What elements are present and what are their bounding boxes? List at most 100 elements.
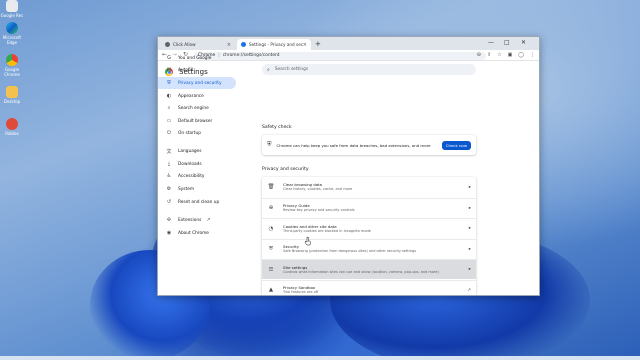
arrow-right-icon: ▸ xyxy=(468,205,471,211)
row-icon: ⊕ xyxy=(268,205,274,211)
row-subtitle: Third-party cookies are blocked in Incog… xyxy=(283,228,371,233)
sidebar-item-label: About Chrome xyxy=(178,230,209,236)
desktop-icon-edge[interactable]: Microsoft Edge xyxy=(0,22,24,45)
sidebar-item-about-chrome[interactable]: ◉ About Chrome xyxy=(158,227,236,239)
row-subtitle: Safe Browsing (protection from dangerous… xyxy=(283,249,417,253)
sidebar-item-privacy-and-security[interactable]: ⛨ Privacy and security xyxy=(158,77,236,89)
check-now-button[interactable]: Check now xyxy=(441,140,471,150)
settings-sidebar: Settings G You and Google ▤ Autofill ⛨ Privac… xyxy=(158,55,236,295)
close-tab-icon[interactable]: × xyxy=(227,42,231,48)
tab-click-allow[interactable]: Click Allow × xyxy=(161,39,235,50)
app-icon xyxy=(6,0,18,12)
zoom-icon[interactable]: ⊖ xyxy=(477,52,481,58)
settings-favicon-icon xyxy=(241,42,246,47)
omnibox[interactable]: Chrome | chrome://settings/content xyxy=(194,51,486,60)
profile-icon[interactable]: ◯ xyxy=(518,52,524,58)
sidebar-icon: ⤓ xyxy=(167,161,171,167)
tab-strip: Click Allow × Settings - Privacy and sec… xyxy=(158,37,539,50)
privacy-row-privacy-guide[interactable]: ⊕ Privacy Guide Review key privacy and sec… xyxy=(262,197,476,218)
sidebar-item-you-and-google[interactable]: G You and Google xyxy=(158,52,236,64)
row-icon: 🗑 xyxy=(267,184,275,190)
close-tab-icon[interactable]: × xyxy=(303,42,307,48)
sidebar-item-extensions[interactable]: ✣ Extensions ↗ xyxy=(158,214,236,226)
sidebar-item-accessibility[interactable]: ♿ Accessibility xyxy=(158,170,236,182)
sidebar-item-label: Languages xyxy=(178,148,202,154)
sidebar-item-label: Search engine xyxy=(178,105,209,111)
tab-settings[interactable]: Settings - Privacy and security × xyxy=(237,39,311,50)
sidebar-icon: ♿ xyxy=(166,173,172,179)
sidebar-icon: ◉ xyxy=(166,230,172,236)
privacy-row-security[interactable]: ⛨ Security Safe Browsing (protection from … xyxy=(262,238,476,259)
safety-check-heading: Safety check xyxy=(262,125,292,130)
sidebar-item-label: Autofill xyxy=(178,67,194,73)
privacy-row-cookies-and-other-site-data[interactable]: ◔ Cookies and other site data Third-party … xyxy=(262,218,476,238)
new-tab-button[interactable]: + xyxy=(315,40,321,48)
sidebar-item-label: Downloads xyxy=(178,161,202,167)
sidebar-item-label: System xyxy=(178,186,195,192)
tab-title: Click Allow xyxy=(173,42,196,47)
row-icon: ⛨ xyxy=(268,245,274,252)
desktop-icon-label: Desktop xyxy=(3,99,21,104)
folder-icon xyxy=(6,86,18,98)
roblox-icon xyxy=(6,118,18,130)
privacy-row-site-settings[interactable]: ☰ Site settings Controls what information … xyxy=(262,259,476,279)
sidebar-icon: ✣ xyxy=(166,217,172,223)
sidebar-item-autofill[interactable]: ▤ Autofill xyxy=(158,64,236,76)
arrow-right-icon: ▸ xyxy=(468,226,471,231)
sidebar-icon: 文 xyxy=(166,148,172,155)
sidebar-item-downloads[interactable]: ⤓ Downloads xyxy=(158,158,236,170)
sidebar-item-reset-and-clean-up[interactable]: ↺ Reset and clean up xyxy=(158,196,236,208)
maximize-button[interactable]: □ xyxy=(504,39,510,46)
sidebar-item-on-startup[interactable]: ⏻ On startup xyxy=(158,127,236,139)
sidebar-icon: ↺ xyxy=(166,199,172,205)
desktop-icon-chrome[interactable]: Google Chrome xyxy=(0,54,24,77)
desktop-icon-desktop[interactable]: Desktop xyxy=(0,86,24,104)
desktop-icon-label: Microsoft Edge xyxy=(2,35,22,45)
sidebar-icon: ◐ xyxy=(166,93,172,99)
mouse-cursor xyxy=(304,236,311,246)
sidebar-item-system[interactable]: ⚙ System xyxy=(158,183,236,195)
sidebar-item-search-engine[interactable]: ⌕ Search engine xyxy=(158,102,236,114)
tab-title: Settings - Privacy and security xyxy=(249,42,303,47)
arrow-right-icon: ▸ xyxy=(468,246,471,252)
extensions-icon[interactable]: ▣ xyxy=(508,52,513,58)
row-text: Privacy Guide Review key privacy and secu… xyxy=(283,203,469,213)
sidebar-icon: ⛨ xyxy=(167,80,171,86)
sidebar-item-label: You and Google xyxy=(178,55,212,61)
share-icon[interactable]: ⇪ xyxy=(487,52,491,58)
arrow-right-icon: ▸ xyxy=(468,267,471,272)
edge-icon xyxy=(6,22,18,34)
row-text: Clear browsing data Clear history, cookie… xyxy=(283,182,469,192)
sidebar-icon: ⚙ xyxy=(166,186,172,192)
search-placeholder: Search settings xyxy=(274,67,309,72)
privacy-heading: Privacy and security xyxy=(262,167,309,172)
desktop-icon-google-rec[interactable]: Google Rec xyxy=(0,0,24,18)
privacy-card: 🗑 Clear browsing data Clear history, cooki… xyxy=(262,177,476,296)
sidebar-item-label: Reset and clean up xyxy=(178,199,220,205)
sidebar-icon: ▭ xyxy=(166,118,172,124)
sidebar-item-appearance[interactable]: ◐ Appearance xyxy=(158,90,236,102)
row-subtitle: Trial features are off xyxy=(283,290,319,294)
desktop-icon-label: Roblox xyxy=(5,131,19,136)
privacy-row-clear-browsing-data[interactable]: 🗑 Clear browsing data Clear history, cooki… xyxy=(262,177,476,197)
minimize-button[interactable]: — xyxy=(488,39,494,46)
sidebar-item-default-browser[interactable]: ▭ Default browser xyxy=(158,115,236,127)
close-window-button[interactable]: ✕ xyxy=(521,39,526,46)
sidebar-item-label: Default browser xyxy=(178,118,213,124)
taskbar xyxy=(0,356,640,360)
search-input[interactable]: ⌕ Search settings xyxy=(262,64,476,75)
toolbar-icons: ⊖ ⇪ ☆ ▣ ◯ ⋮ xyxy=(477,52,535,58)
row-icon: ◔ xyxy=(268,225,274,232)
privacy-row-privacy-sandbox[interactable]: ▲ Privacy Sandbox Trial features are off ↗ xyxy=(262,279,476,296)
sidebar-item-label: Extensions xyxy=(178,217,202,223)
desktop-icon-roblox[interactable]: Roblox xyxy=(0,118,24,136)
star-icon[interactable]: ☆ xyxy=(497,52,501,58)
browser-window: Click Allow × Settings - Privacy and sec… xyxy=(157,36,540,296)
safety-check-text: Chrome can help keep you safe from data … xyxy=(276,142,431,148)
sidebar-icon: G xyxy=(167,55,171,61)
external-link-icon: ↗ xyxy=(467,287,471,293)
external-link-icon: ↗ xyxy=(206,217,211,223)
row-subtitle: Controls what information sites can use … xyxy=(283,269,439,274)
sidebar-item-languages[interactable]: 文 Languages xyxy=(158,145,236,157)
menu-icon[interactable]: ⋮ xyxy=(530,52,535,58)
